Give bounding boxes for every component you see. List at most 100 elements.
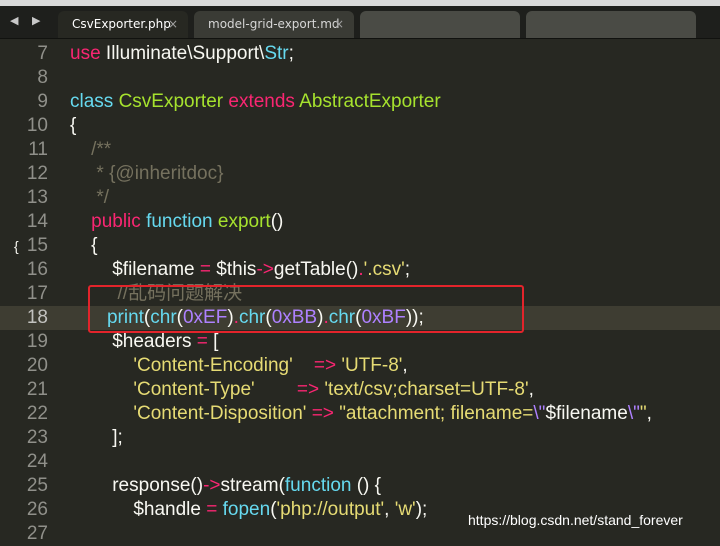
code-token: , bbox=[402, 355, 408, 376]
code-token: => bbox=[313, 355, 337, 376]
code-token: => bbox=[311, 403, 334, 424]
tab-nav-arrows-icon[interactable]: ◀ ▶ bbox=[10, 14, 45, 27]
line-number: 27 bbox=[26, 523, 48, 544]
code-text: use Illuminate\Support\Str; bbox=[70, 42, 294, 66]
code-token: " bbox=[639, 403, 647, 424]
code-text: { bbox=[70, 114, 76, 138]
code-token: function bbox=[146, 211, 213, 232]
line-number: 21 bbox=[26, 379, 48, 400]
tab-obscured[interactable] bbox=[526, 11, 696, 38]
line-number: 26 bbox=[26, 499, 48, 520]
code-token: () bbox=[345, 259, 359, 280]
code-line[interactable]: 19 $headers = [ bbox=[0, 330, 720, 354]
line-number: 18 bbox=[26, 307, 48, 328]
code-line[interactable]: 8 bbox=[0, 66, 720, 90]
code-token: [ bbox=[207, 331, 219, 352]
code-token: { bbox=[70, 235, 98, 256]
code-token: class bbox=[70, 91, 114, 112]
line-number: 12 bbox=[26, 163, 48, 184]
code-token: 'UTF-8' bbox=[341, 355, 403, 376]
code-text: 'Content-Disposition' => "attachment; fi… bbox=[70, 402, 652, 426]
code-line[interactable]: 24 bbox=[0, 450, 720, 474]
code-token: use bbox=[70, 43, 101, 64]
code-line[interactable]: 10 { bbox=[0, 114, 720, 138]
code-token: , bbox=[646, 403, 652, 424]
code-token: { bbox=[70, 115, 77, 136]
code-line[interactable]: 7 use Illuminate\Support\Str; bbox=[0, 42, 720, 66]
code-line[interactable]: 13 */ bbox=[0, 186, 720, 210]
code-token: getTable bbox=[273, 259, 346, 280]
line-number: 10 bbox=[26, 115, 48, 136]
code-token: 'php://output' bbox=[276, 499, 385, 520]
code-token: 'text/csv;charset=UTF-8' bbox=[324, 379, 529, 400]
line-number: 13 bbox=[26, 187, 48, 208]
code-token: ]; bbox=[70, 427, 123, 448]
code-text: ]; bbox=[70, 426, 123, 450]
code-token: -> bbox=[256, 259, 274, 280]
code-line[interactable]: 23 ]; bbox=[0, 426, 720, 450]
code-text: public function export() bbox=[70, 210, 283, 234]
code-token: $filename bbox=[545, 403, 628, 424]
highlight-annotation-box bbox=[88, 285, 524, 333]
code-token: ); bbox=[415, 499, 428, 520]
line-number: 7 bbox=[37, 43, 48, 64]
code-line[interactable]: 14 public function export() bbox=[0, 210, 720, 234]
code-line[interactable]: 12 * {@inheritdoc} bbox=[0, 162, 720, 186]
code-token: CsvExporter bbox=[118, 91, 224, 112]
line-number: 16 bbox=[26, 259, 48, 280]
line-number: 22 bbox=[26, 403, 48, 424]
code-text: */ bbox=[70, 186, 109, 210]
code-text: * {@inheritdoc} bbox=[70, 162, 223, 186]
tab-csv-exporter[interactable]: CsvExporter.php × bbox=[58, 11, 188, 38]
code-token: () bbox=[190, 475, 204, 496]
code-token: => bbox=[296, 379, 320, 400]
code-token: Illuminate\Support\ bbox=[100, 43, 265, 64]
code-token: 'Content-Encoding' bbox=[133, 355, 293, 376]
fold-marker-icon[interactable]: { bbox=[14, 234, 19, 258]
code-token: = bbox=[196, 331, 208, 352]
code-token: ; bbox=[404, 259, 410, 280]
code-line[interactable]: 21 'Content-Type' => 'text/csv;charset=U… bbox=[0, 378, 720, 402]
code-text: 'Content-Type' => 'text/csv;charset=UTF-… bbox=[70, 378, 534, 402]
code-token: fopen bbox=[222, 499, 271, 520]
line-number: 23 bbox=[26, 427, 48, 448]
line-number: 9 bbox=[37, 91, 48, 112]
tab-obscured[interactable] bbox=[360, 11, 520, 38]
code-text: /** bbox=[70, 138, 111, 162]
tab-model-grid-export[interactable]: model-grid-export.md × bbox=[194, 11, 354, 38]
line-number: 11 bbox=[28, 139, 48, 160]
watermark: https://blog.csdn.net/stand_forever bbox=[468, 512, 683, 528]
code-token: */ bbox=[70, 187, 110, 208]
code-token: function bbox=[284, 475, 352, 496]
code-line[interactable]: 9 class CsvExporter extends AbstractExpor… bbox=[0, 90, 720, 114]
code-token: $handle bbox=[70, 499, 207, 520]
code-line[interactable]: 16 $filename = $this->getTable().'.csv'; bbox=[0, 258, 720, 282]
code-token: * {@inheritdoc} bbox=[70, 163, 224, 184]
code-text: $handle = fopen('php://output', 'w'); bbox=[70, 498, 427, 522]
code-token: $headers bbox=[70, 331, 197, 352]
code-line[interactable]: 15 { { bbox=[0, 234, 720, 258]
line-number: 15 bbox=[26, 235, 48, 256]
line-number: 8 bbox=[37, 67, 48, 88]
code-token: AbstractExporter bbox=[299, 91, 441, 112]
code-token: 'Content-Disposition' bbox=[133, 403, 307, 424]
code-line[interactable]: 20 'Content-Encoding' => 'UTF-8', bbox=[0, 354, 720, 378]
code-token: -> bbox=[203, 475, 221, 496]
code-line[interactable]: 11 /** bbox=[0, 138, 720, 162]
close-icon[interactable]: × bbox=[334, 11, 344, 38]
line-number: 25 bbox=[26, 475, 48, 496]
line-number: 19 bbox=[26, 331, 48, 352]
code-line[interactable]: 22 'Content-Disposition' => "attachment;… bbox=[0, 402, 720, 426]
code-token: ; bbox=[288, 43, 294, 64]
code-token: 'w' bbox=[394, 499, 416, 520]
line-number: 14 bbox=[26, 211, 48, 232]
code-text: $filename = $this->getTable().'.csv'; bbox=[70, 258, 410, 282]
close-icon[interactable]: × bbox=[168, 11, 178, 38]
code-token: export bbox=[217, 211, 271, 232]
code-line[interactable]: 25 response()->stream(function () { bbox=[0, 474, 720, 498]
code-token: = bbox=[206, 499, 218, 520]
code-token: /** bbox=[70, 139, 112, 160]
